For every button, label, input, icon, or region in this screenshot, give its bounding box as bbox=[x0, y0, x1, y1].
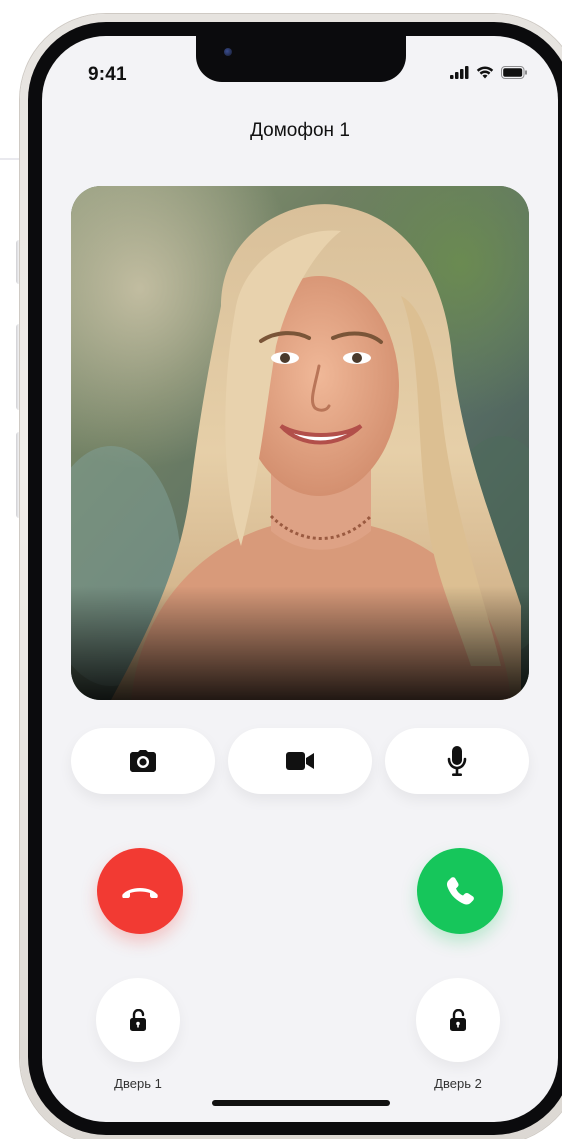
front-camera bbox=[224, 48, 232, 56]
unlock-door-2-button[interactable] bbox=[416, 978, 500, 1062]
status-time: 9:41 bbox=[88, 64, 127, 85]
video-toggle-button[interactable] bbox=[228, 728, 372, 794]
cellular-signal-icon bbox=[450, 66, 469, 79]
battery-icon bbox=[501, 66, 527, 79]
phone-icon bbox=[446, 877, 474, 905]
screenshot-stage: 9:41 Домофон 1 Дверь 1 Дверь 2 bbox=[0, 0, 562, 1139]
camera-icon bbox=[130, 750, 156, 772]
phone-screen: 9:41 Домофон 1 Дверь 1 Дверь 2 bbox=[42, 36, 558, 1122]
notch bbox=[196, 36, 406, 82]
door-2: Дверь 2 bbox=[398, 978, 518, 1091]
door-1: Дверь 1 bbox=[78, 978, 198, 1091]
hang-up-icon bbox=[122, 888, 158, 898]
wifi-icon bbox=[476, 66, 494, 79]
page-title: Домофон 1 bbox=[250, 120, 350, 141]
unlock-icon bbox=[450, 1009, 466, 1031]
microphone-button[interactable] bbox=[385, 728, 529, 794]
door-2-label: Дверь 2 bbox=[434, 1076, 482, 1091]
door-1-label: Дверь 1 bbox=[114, 1076, 162, 1091]
unlock-icon bbox=[130, 1009, 146, 1031]
intercom-video-feed[interactable] bbox=[71, 186, 529, 700]
visitor-portrait-image bbox=[71, 186, 529, 700]
microphone-icon bbox=[447, 746, 467, 776]
accept-call-button[interactable] bbox=[417, 848, 503, 934]
home-indicator[interactable] bbox=[212, 1100, 390, 1106]
unlock-door-1-button[interactable] bbox=[96, 978, 180, 1062]
decline-call-button[interactable] bbox=[97, 848, 183, 934]
call-controls bbox=[71, 728, 529, 794]
snapshot-button[interactable] bbox=[71, 728, 215, 794]
video-camera-icon bbox=[286, 752, 314, 770]
status-icons bbox=[450, 66, 528, 79]
